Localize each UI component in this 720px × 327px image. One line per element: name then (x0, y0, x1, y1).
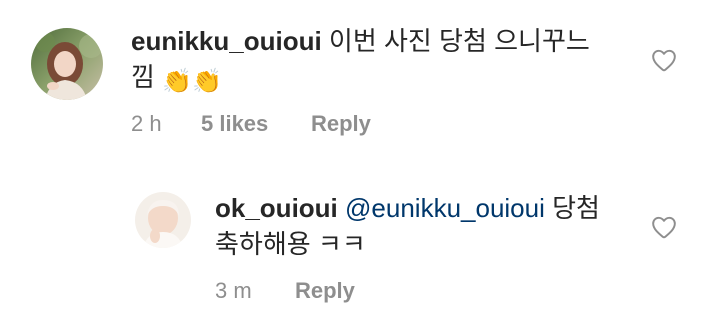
comment-text-continued: 축하해용 ㅋㅋ (215, 229, 366, 259)
comment-meta: 2 h 5 likes Reply (131, 111, 371, 137)
avatar-image (31, 28, 103, 100)
mention-link[interactable]: @eunikku_ouioui (345, 193, 545, 223)
comment-text: 이번 사진 당첨 으니꾸느 (328, 26, 590, 56)
comment-timestamp: 2 h (131, 111, 162, 136)
comment-text-continued: 낌 (131, 62, 155, 92)
heart-outline-icon[interactable] (651, 215, 677, 239)
comment-thread: eunikku_ouioui 이번 사진 당첨 으니꾸느 낌 👏👏 2 h 5 l… (0, 0, 720, 327)
avatar[interactable] (31, 28, 103, 100)
comment-meta: 3 m Reply (215, 278, 355, 304)
comment-body: ok_ouioui @eunikku_ouioui 당첨 축하해용 ㅋㅋ (215, 190, 635, 262)
reply-button[interactable]: Reply (295, 278, 355, 304)
comment-likes-count[interactable]: 5 likes (201, 111, 311, 137)
comment-username[interactable]: ok_ouioui (215, 193, 338, 223)
clapping-hands-emoji: 👏 (162, 68, 193, 95)
comment-timestamp: 3 m (215, 278, 252, 303)
avatar[interactable] (135, 192, 191, 248)
reply-button[interactable]: Reply (311, 111, 371, 137)
clapping-hands-emoji: 👏 (192, 68, 222, 95)
heart-outline-icon[interactable] (651, 48, 677, 72)
comment-body: eunikku_ouioui 이번 사진 당첨 으니꾸느 낌 👏👏 (131, 23, 631, 95)
avatar-image (135, 192, 191, 248)
comment-item: eunikku_ouioui 이번 사진 당첨 으니꾸느 낌 👏👏 2 h 5 l… (0, 0, 720, 160)
comment-text: 당첨 (552, 193, 600, 223)
reply-comment-item: ok_ouioui @eunikku_ouioui 당첨 축하해용 ㅋㅋ 3 m… (0, 170, 720, 327)
comment-username[interactable]: eunikku_ouioui (131, 26, 322, 56)
